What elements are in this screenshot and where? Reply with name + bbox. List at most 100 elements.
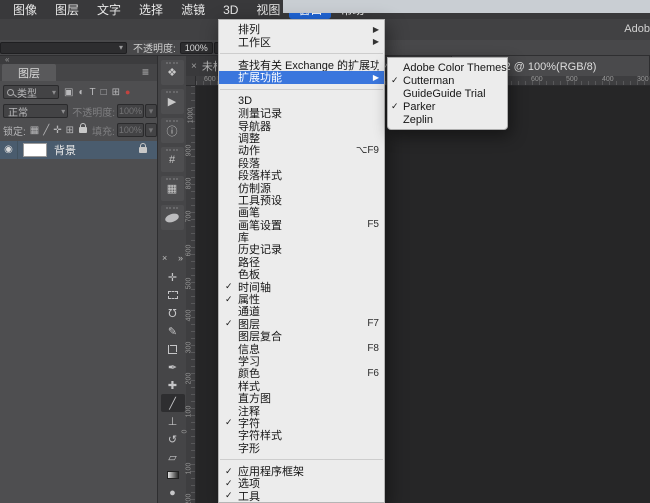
close-icon[interactable]: × [191, 61, 197, 72]
lock-position-icon[interactable]: ✛ [53, 125, 61, 136]
window-menu-item-19[interactable]: 路径 [219, 256, 384, 268]
quick-selection-tool[interactable]: ✎ [161, 322, 185, 340]
move-tool[interactable]: ✛ [161, 268, 185, 286]
window-menu-item-33[interactable]: 字符样式 [219, 429, 384, 441]
blend-mode-select[interactable]: 正常 ▾ [3, 104, 68, 118]
opacity-value-field[interactable]: 100% [180, 42, 213, 54]
window-menu-item-4[interactable]: 扩展功能▶ [219, 71, 384, 83]
panel-menu-icon[interactable]: ≡ [142, 65, 149, 79]
window-menu-item-31[interactable]: 注释 [219, 404, 384, 416]
menu-item-label: 信息 [238, 342, 359, 354]
window-menu-item-22[interactable]: ✓属性 [219, 293, 384, 305]
window-menu-item-26[interactable]: 信息F8 [219, 342, 384, 354]
window-menu-item-13[interactable]: 仿制源 [219, 181, 384, 193]
blur-tool[interactable]: ● [161, 484, 185, 502]
clone-stamp-tool[interactable]: ⊥ [161, 412, 185, 430]
layer-row-background[interactable]: ◉ 背景 [0, 141, 157, 159]
zeplin-panel-icon[interactable] [161, 205, 184, 230]
menubar-item-5[interactable]: 3D [214, 2, 247, 18]
window-menu-item-24[interactable]: ✓图层F7 [219, 318, 384, 330]
menubar-item-4[interactable]: 滤镜 [172, 0, 214, 19]
window-menu-item-15[interactable]: 画笔 [219, 206, 384, 218]
filter-pixel-layers-icon[interactable]: ▣ [64, 87, 73, 98]
expand-dock-icon[interactable]: » [178, 253, 183, 263]
crop-tool[interactable] [161, 340, 185, 358]
layer-opacity-caret[interactable]: ▾ [145, 104, 157, 118]
brush-mode-select[interactable]: ▾ [0, 42, 127, 54]
window-menu-item-18[interactable]: 历史记录 [219, 243, 384, 255]
window-menu-item-12[interactable]: 段落样式 [219, 169, 384, 181]
close-icon[interactable]: × [162, 253, 167, 263]
window-menu-item-1[interactable]: 工作区▶ [219, 35, 384, 47]
window-menu-item-16[interactable]: 画笔设置F5 [219, 218, 384, 230]
window-menu-item-21[interactable]: ✓时间轴 [219, 280, 384, 292]
info-panel-icon[interactable]: ⓘ [161, 118, 184, 143]
window-menu-item-8[interactable]: 导航器 [219, 119, 384, 131]
window-menu-item-11[interactable]: 段落 [219, 157, 384, 169]
fill-caret[interactable]: ▾ [145, 123, 157, 137]
submenu-arrow-icon: ▶ [373, 73, 379, 82]
filter-shape-layers-icon[interactable]: □ [101, 87, 107, 98]
lasso-tool[interactable]: ℧ [161, 304, 185, 322]
extensions-submenu-item-2[interactable]: GuideGuide Trial [388, 87, 507, 100]
window-menu-item-36[interactable]: ✓应用程序框架 [219, 465, 384, 477]
window-menu-item-3[interactable]: 查找有关 Exchange 的扩展功能... [219, 59, 384, 71]
extensions-submenu-item-4[interactable]: Zeplin [388, 113, 507, 126]
window-menu-item-37[interactable]: ✓选项 [219, 477, 384, 489]
filter-smart-objects-icon[interactable]: ⊞ [112, 87, 120, 98]
window-menu-item-38[interactable]: ✓工具 [219, 490, 384, 502]
lock-transparent-pixels-icon[interactable]: ▦ [30, 125, 39, 136]
tab-layers[interactable]: 图层 [2, 64, 56, 81]
window-menu-item-9[interactable]: 调整 [219, 132, 384, 144]
menubar-item-2[interactable]: 文字 [88, 0, 130, 19]
gradient-tool[interactable] [161, 466, 185, 484]
guideguide-panel-icon[interactable]: # [161, 147, 184, 172]
document-tab-1[interactable]: × 未标 [186, 56, 218, 76]
collapse-panels-icon[interactable]: « [5, 55, 8, 64]
window-menu-item-29[interactable]: 样式 [219, 380, 384, 392]
window-menu-item-6[interactable]: 3D [219, 95, 384, 107]
window-menu-item-10[interactable]: 动作⌥F9 [219, 144, 384, 156]
filter-adjustment-layers-icon[interactable]: ◐ [78, 87, 84, 98]
extensions-submenu-item-1[interactable]: ✓Cutterman [388, 74, 507, 87]
layer-visibility-icon[interactable]: ◉ [0, 141, 18, 159]
submenu-item-label: GuideGuide Trial [403, 88, 486, 100]
window-menu-item-17[interactable]: 库 [219, 231, 384, 243]
layer-thumbnail[interactable] [23, 143, 47, 157]
lock-all-icon[interactable] [79, 127, 87, 133]
window-menu-item-27[interactable]: 学习 [219, 355, 384, 367]
window-menu-item-28[interactable]: 颜色F6 [219, 367, 384, 379]
extensions-submenu-item-3[interactable]: ✓Parker [388, 100, 507, 113]
fill-value[interactable]: 100% [117, 123, 144, 137]
window-menu-item-20[interactable]: 色板 [219, 268, 384, 280]
eyedropper-tool[interactable]: ✒ [161, 358, 185, 376]
layer-filter-select[interactable]: 类型 ▾ [3, 85, 59, 99]
filter-type-layers-icon[interactable]: T [90, 87, 96, 98]
cutterman-panel-icon[interactable]: ❖ [161, 60, 184, 85]
ruler-label: 400 [185, 310, 192, 322]
layer-opacity-value[interactable]: 100% [117, 104, 144, 118]
marquee-tool[interactable] [161, 286, 185, 304]
window-menu-item-14[interactable]: 工具预设 [219, 194, 384, 206]
menubar-item-3[interactable]: 选择 [130, 0, 172, 19]
parker-panel-icon[interactable]: ▦ [161, 176, 184, 201]
lock-artboard-icon[interactable]: ⊞ [66, 125, 74, 136]
extensions-submenu-item-0[interactable]: Adobe Color Themes [388, 61, 507, 74]
window-menu-item-34[interactable]: 字形 [219, 442, 384, 454]
healing-brush-tool[interactable]: ✚ [161, 376, 185, 394]
window-menu-item-25[interactable]: 图层复合 [219, 330, 384, 342]
brush-tool[interactable]: ╱ [161, 394, 185, 412]
menubar-item-0[interactable]: 图像 [4, 0, 46, 19]
window-menu-item-0[interactable]: 排列▶ [219, 23, 384, 35]
eraser-tool[interactable]: ▱ [161, 448, 185, 466]
window-menu-item-7[interactable]: 测量记录 [219, 107, 384, 119]
window-menu-item-23[interactable]: 通道 [219, 305, 384, 317]
vertical-ruler[interactable]: 10009008007006005004003002001000100200 [186, 86, 196, 503]
lock-image-pixels-icon[interactable]: ╱ [43, 125, 49, 136]
window-menu-item-30[interactable]: 直方图 [219, 392, 384, 404]
menu-item-label: 调整 [238, 132, 379, 144]
menubar-item-1[interactable]: 图层 [46, 0, 88, 19]
filter-toggle-icon[interactable]: ● [125, 87, 130, 97]
window-menu-item-32[interactable]: ✓字符 [219, 417, 384, 429]
actions-panel-icon[interactable]: ▶ [161, 89, 184, 114]
